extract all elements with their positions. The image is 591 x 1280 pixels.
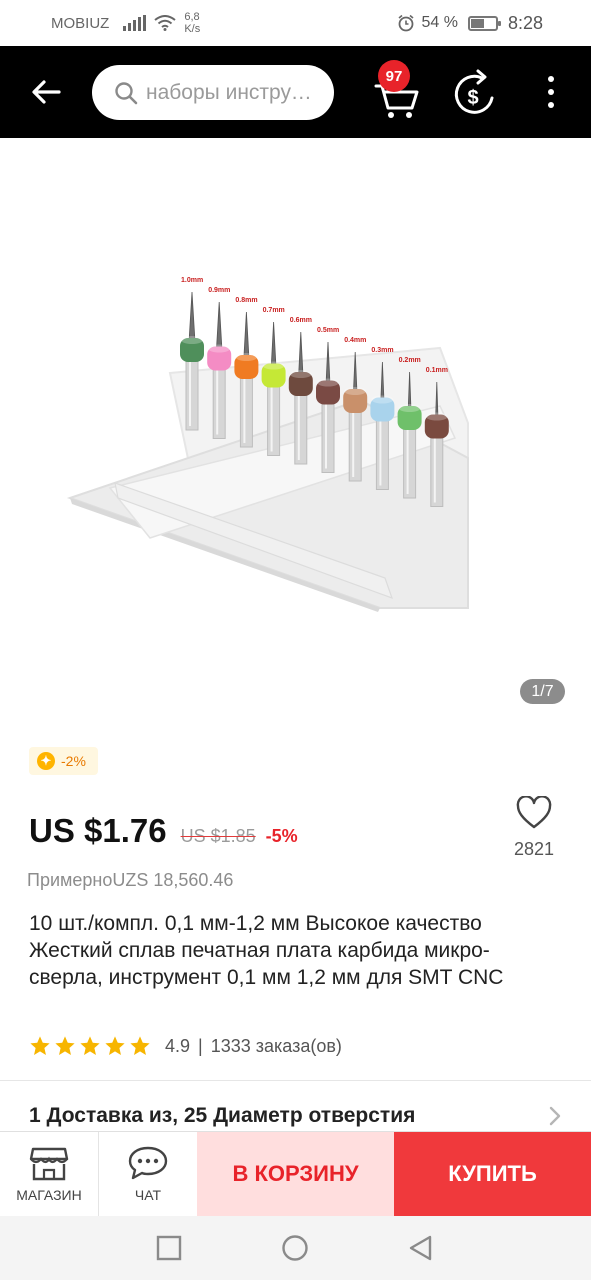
star-icon (80, 1036, 100, 1055)
system-nav-bar (0, 1216, 591, 1280)
old-price: US $1.85 (180, 826, 256, 846)
image-counter: 1/7 (520, 679, 565, 704)
product-title: 10 шт./компл. 0,1 мм-1,2 мм Высокое каче… (29, 912, 504, 989)
more-dot-icon (548, 102, 554, 108)
recents-square-icon[interactable] (155, 1234, 183, 1262)
add-to-cart-button[interactable]: В КОРЗИНУ (197, 1132, 394, 1216)
drill-size-label: 0.4mm (344, 337, 366, 344)
separator: | (198, 1035, 203, 1056)
more-dot-icon (548, 89, 554, 95)
star-icon (55, 1036, 75, 1055)
coin-icon: ✦ (37, 752, 55, 770)
heart-icon (516, 795, 552, 829)
coupon-value: -2% (61, 753, 86, 769)
drill-size-label: 1.0mm (181, 277, 203, 284)
chat-icon (128, 1146, 168, 1180)
current-price: US $1.76 (29, 812, 167, 849)
approx-price: ПримерноUZS 18,560.46 (27, 870, 234, 890)
star-icon (30, 1036, 50, 1055)
drill-size-label: 0.1mm (426, 367, 448, 374)
rating-row[interactable]: 4.9 | 1333 заказа(ов) (29, 1035, 342, 1057)
search-placeholder: наборы инструменты (146, 80, 324, 104)
coupon-badge[interactable]: ✦ -2% (29, 747, 98, 775)
drill-size-label: 0.8mm (235, 297, 257, 304)
back-arrow-icon (32, 80, 61, 104)
battery-percent: 54 % (421, 14, 458, 31)
chevron-right-icon[interactable] (546, 1104, 564, 1128)
bottom-action-bar: МАГАЗИН ЧАТ В КОРЗИНУ КУПИТЬ (0, 1131, 591, 1216)
product-image: 1.0mm 0.9mm 0.8mm 0.7mm 0.6mm 0.5mm 0.4mm 0.3mm… (66, 277, 469, 612)
buy-now-button[interactable]: КУПИТЬ (394, 1132, 591, 1216)
home-circle-icon[interactable] (281, 1234, 309, 1262)
product-image-gallery[interactable]: 1.0mm 0.9mm 0.8mm 0.7mm 0.6mm 0.5mm 0.4mm 0.3mm… (0, 138, 591, 730)
carrier-name: MOBIUZ (51, 14, 110, 32)
rating-stars (29, 1035, 151, 1057)
star-icon (105, 1036, 125, 1055)
cart-badge: 97 (378, 60, 410, 92)
wishlist-button[interactable]: 2821 (506, 795, 562, 860)
network-speed: 6,8 K/s (184, 11, 200, 35)
wifi-icon (154, 15, 176, 31)
alarm-icon (398, 14, 414, 32)
star-icon (130, 1036, 150, 1055)
svg-text:$: $ (467, 87, 478, 109)
drill-size-label: 0.6mm (290, 317, 312, 324)
coin-cashback-icon[interactable]: $ (452, 68, 496, 118)
store-button[interactable]: МАГАЗИН (0, 1132, 99, 1216)
drill-size-label: 0.9mm (208, 287, 230, 294)
network-speed-unit: K/s (184, 23, 201, 35)
orders-count: 1333 заказа(ов) (210, 1035, 342, 1056)
network-speed-value: 6,8 (184, 11, 200, 23)
back-triangle-icon[interactable] (406, 1234, 434, 1262)
store-label: МАГАЗИН (16, 1187, 82, 1203)
drill-size-label: 0.3mm (371, 347, 393, 354)
status-right: 54 % 8:28 (397, 13, 543, 34)
price-row: US $1.76 US $1.85 -5% (29, 812, 298, 850)
more-dot-icon (548, 76, 554, 82)
shipping-options[interactable]: 1 Доставка из, 25 Диаметр отверстия (29, 1104, 415, 1128)
drill-size-label: 0.5mm (317, 327, 339, 334)
search-input[interactable]: наборы инструменты (92, 65, 334, 120)
drill-size-label: 0.7mm (263, 307, 285, 314)
chat-label: ЧАТ (134, 1187, 162, 1203)
drill-size-label: 0.2mm (399, 357, 421, 364)
battery-icon (467, 15, 501, 31)
discount-percent: -5% (265, 826, 298, 846)
back-button[interactable] (24, 70, 68, 114)
status-bar: MOBIUZ 6,8 K/s 54 % 8:28 (0, 0, 591, 46)
clock: 8:28 (507, 12, 543, 33)
wishlist-count: 2821 (513, 839, 555, 859)
store-icon (29, 1147, 69, 1181)
app-bar: наборы инструменты 97 $ (0, 46, 591, 138)
chat-button[interactable]: ЧАТ (99, 1132, 197, 1216)
search-icon (115, 81, 138, 104)
more-options-button[interactable] (534, 70, 568, 114)
divider (0, 1080, 591, 1081)
signal-icon (123, 15, 147, 31)
rating-value: 4.9 (165, 1035, 191, 1056)
